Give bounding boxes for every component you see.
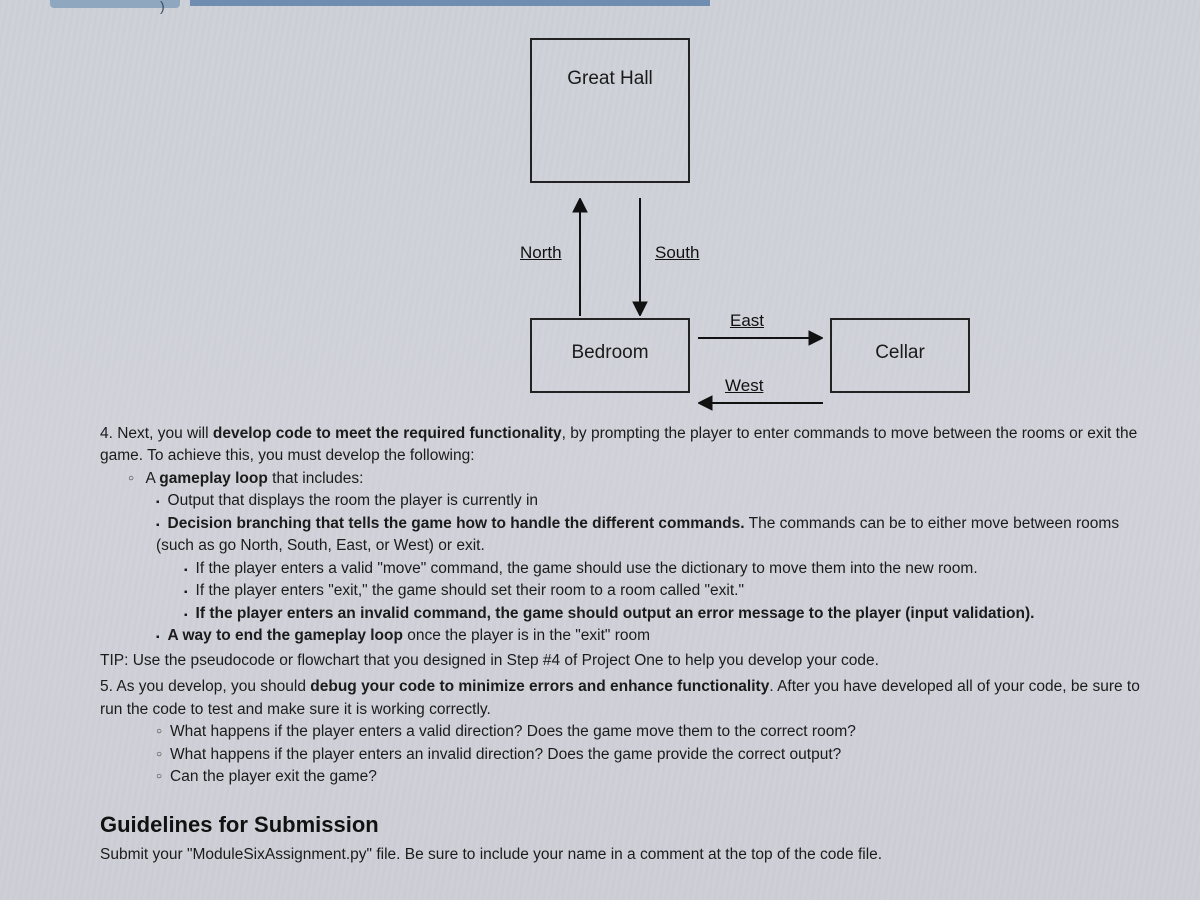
- sub-item: Can the player exit the game?: [156, 766, 1160, 788]
- room-label: Great Hall: [567, 68, 653, 90]
- item5-lead: 5. As you develop, you should debug your…: [100, 678, 1140, 717]
- text: Output that displays the room the player…: [168, 492, 538, 509]
- document-page: ) Great Hall Bedroom Cellar North South …: [0, 0, 1200, 900]
- sub-item: A way to end the gameplay loop once the …: [156, 625, 1160, 647]
- sub-item: If the player enters a valid "move" comm…: [184, 558, 1160, 580]
- room-bedroom: Bedroom: [530, 318, 690, 393]
- room-label: Bedroom: [571, 342, 648, 364]
- stray-paren: ): [160, 0, 165, 14]
- sub-item: What happens if the player enters an inv…: [156, 744, 1160, 766]
- sub-item: Output that displays the room the player…: [156, 490, 1160, 512]
- direction-label-south: South: [655, 243, 699, 263]
- text-bold: debug your code to minimize errors and e…: [310, 678, 769, 695]
- text: If the player enters "exit," the game sh…: [196, 582, 744, 599]
- text: A: [146, 470, 160, 487]
- room-great-hall: Great Hall: [530, 38, 690, 183]
- text: What happens if the player enters an inv…: [170, 746, 841, 763]
- guidelines-body: Submit your "ModuleSixAssignment.py" fil…: [100, 844, 1160, 866]
- text: once the player is in the "exit" room: [403, 627, 650, 644]
- text: that includes:: [268, 470, 364, 487]
- arrow-east-icon: [698, 328, 823, 348]
- room-diagram: Great Hall Bedroom Cellar North South Ea…: [420, 28, 1200, 418]
- sub-item: If the player enters "exit," the game sh…: [184, 580, 1160, 602]
- sub-item: A gameplay loop that includes:: [128, 468, 1160, 490]
- text-bold: A way to end the gameplay loop: [168, 627, 403, 644]
- arrow-south-icon: [630, 198, 650, 316]
- text-bold: If the player enters an invalid command,…: [196, 605, 1035, 622]
- item4-lead: 4. Next, you will develop code to meet t…: [100, 425, 1137, 464]
- arrow-north-icon: [570, 198, 590, 316]
- list-item-5: 5. As you develop, you should debug your…: [100, 676, 1160, 788]
- instructions-text: 4. Next, you will develop code to meet t…: [100, 423, 1160, 867]
- text-bold: Decision branching that tells the game h…: [168, 515, 745, 532]
- sub-item: What happens if the player enters a vali…: [156, 721, 1160, 743]
- room-label: Cellar: [875, 342, 925, 364]
- sub-item: Decision branching that tells the game h…: [156, 513, 1160, 558]
- sub-item: If the player enters an invalid command,…: [184, 603, 1160, 625]
- text: 5. As you develop, you should: [100, 678, 310, 695]
- list-item-4: 4. Next, you will develop code to meet t…: [100, 423, 1160, 672]
- text: Can the player exit the game?: [170, 768, 377, 785]
- arrow-west-icon: [698, 393, 823, 413]
- text-bold: develop code to meet the required functi…: [213, 425, 562, 442]
- browser-address-hint: [190, 0, 710, 6]
- text: 4. Next, you will: [100, 425, 213, 442]
- guidelines-heading: Guidelines for Submission: [100, 809, 1160, 841]
- text-bold: gameplay loop: [159, 470, 268, 487]
- text: If the player enters a valid "move" comm…: [196, 560, 978, 577]
- direction-label-north: North: [520, 243, 562, 263]
- tip-text: TIP: Use the pseudocode or flowchart tha…: [100, 650, 1160, 672]
- text: What happens if the player enters a vali…: [170, 723, 856, 740]
- room-cellar: Cellar: [830, 318, 970, 393]
